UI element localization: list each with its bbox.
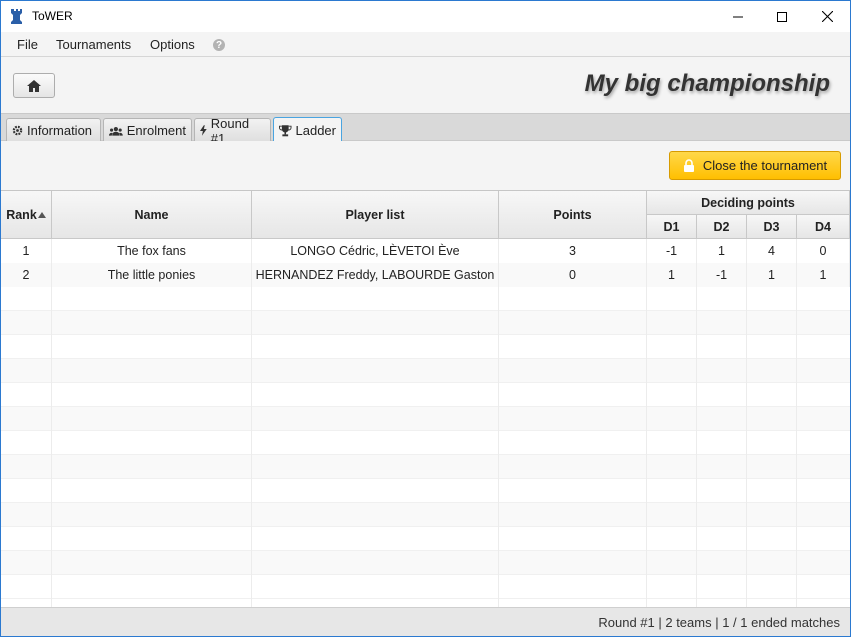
empty-row bbox=[1, 383, 850, 407]
points-cell: 0 bbox=[499, 263, 647, 287]
close-tournament-button[interactable]: Close the tournament bbox=[669, 151, 841, 180]
d4-cell: 1 bbox=[797, 263, 850, 287]
column-header-label: D2 bbox=[713, 219, 730, 234]
empty-row bbox=[1, 287, 850, 311]
empty-row bbox=[1, 335, 850, 359]
tab-information[interactable]: Information bbox=[6, 118, 101, 142]
column-header-label: Points bbox=[553, 207, 592, 222]
minimize-icon bbox=[733, 16, 743, 17]
d3-cell: 4 bbox=[747, 239, 797, 263]
column-header-label: Player list bbox=[345, 207, 405, 222]
name-cell: The fox fans bbox=[52, 239, 252, 263]
grid-line bbox=[251, 239, 252, 607]
menu-options[interactable]: Options bbox=[150, 37, 195, 52]
bolt-icon bbox=[200, 125, 207, 136]
empty-row bbox=[1, 359, 850, 383]
table-row[interactable]: 2 The little ponies HERNANDEZ Freddy, LA… bbox=[1, 263, 850, 287]
tournament-title: My big championship bbox=[584, 70, 830, 97]
menu-file[interactable]: File bbox=[17, 37, 38, 52]
status-bar: Round #1 | 2 teams | 1 / 1 ended matches bbox=[1, 607, 850, 636]
grid-line bbox=[796, 239, 797, 607]
column-header-d2[interactable]: D2 bbox=[697, 215, 747, 239]
home-button[interactable] bbox=[13, 73, 55, 98]
d4-cell: 0 bbox=[797, 239, 850, 263]
table-row[interactable]: 1 The fox fans LONGO Cédric, LÈVETOI Ève… bbox=[1, 239, 850, 263]
title-bar: ToWER bbox=[1, 1, 850, 32]
gear-icon bbox=[12, 125, 23, 136]
column-header-name[interactable]: Name bbox=[52, 191, 252, 239]
player-list-cell: HERNANDEZ Freddy, LABOURDE Gaston bbox=[252, 263, 499, 287]
tab-label: Information bbox=[27, 123, 93, 138]
column-header-label: D1 bbox=[663, 219, 680, 234]
d1-cell: -1 bbox=[647, 239, 697, 263]
minimize-button[interactable] bbox=[715, 1, 761, 32]
column-header-label: Rank bbox=[6, 207, 37, 222]
users-icon bbox=[109, 126, 123, 136]
maximize-button[interactable] bbox=[759, 1, 805, 32]
column-header-d1[interactable]: D1 bbox=[647, 215, 697, 239]
tab-label: Ladder bbox=[295, 123, 336, 138]
ladder-panel: Close the tournament Rank Name Player li… bbox=[1, 141, 850, 607]
maximize-icon bbox=[777, 11, 787, 22]
lock-icon bbox=[683, 159, 694, 172]
close-tournament-label: Close the tournament bbox=[702, 158, 828, 173]
tab-round-1[interactable]: Round #1 bbox=[194, 116, 271, 146]
menu-tournaments[interactable]: Tournaments bbox=[56, 37, 131, 52]
close-window-button[interactable] bbox=[804, 1, 850, 32]
points-cell: 3 bbox=[499, 239, 647, 263]
tab-ladder[interactable]: Ladder bbox=[273, 117, 342, 143]
empty-row bbox=[1, 311, 850, 335]
d1-cell: 1 bbox=[647, 263, 697, 287]
tab-bar: Information Enrolment Round #1 Ladder bbox=[1, 113, 850, 146]
empty-row bbox=[1, 479, 850, 503]
name-cell: The little ponies bbox=[52, 263, 252, 287]
column-header-label: D3 bbox=[763, 219, 780, 234]
column-header-player-list[interactable]: Player list bbox=[252, 191, 499, 239]
grid-line bbox=[696, 239, 697, 607]
grid-line bbox=[746, 239, 747, 607]
d3-cell: 1 bbox=[747, 263, 797, 287]
tab-enrolment[interactable]: Enrolment bbox=[103, 118, 192, 142]
trophy-icon bbox=[279, 124, 292, 136]
column-header-deciding-points: Deciding points bbox=[647, 191, 850, 215]
rank-cell: 1 bbox=[1, 239, 52, 263]
player-list-cell: LONGO Cédric, LÈVETOI Ève bbox=[252, 239, 499, 263]
column-header-label: Name bbox=[134, 207, 169, 222]
window-title: ToWER bbox=[32, 9, 73, 23]
home-icon bbox=[27, 79, 41, 92]
tab-label: Enrolment bbox=[126, 123, 186, 138]
menu-bar: File Tournaments Options bbox=[1, 32, 850, 57]
column-header-rank[interactable]: Rank bbox=[1, 191, 52, 239]
rook-icon bbox=[11, 9, 22, 24]
column-header-d4[interactable]: D4 bbox=[797, 215, 850, 239]
grid-line bbox=[51, 239, 52, 607]
empty-row bbox=[1, 575, 850, 599]
grid-line bbox=[498, 239, 499, 607]
column-header-d3[interactable]: D3 bbox=[747, 215, 797, 239]
help-icon[interactable]: ? bbox=[213, 39, 225, 51]
header: My big championship bbox=[1, 58, 850, 113]
empty-row bbox=[1, 503, 850, 527]
sort-ascending-icon bbox=[37, 211, 46, 218]
close-icon bbox=[821, 11, 833, 22]
d2-cell: -1 bbox=[697, 263, 747, 287]
empty-row bbox=[1, 431, 850, 455]
d2-cell: 1 bbox=[697, 239, 747, 263]
empty-row bbox=[1, 551, 850, 575]
rank-cell: 2 bbox=[1, 263, 52, 287]
empty-row bbox=[1, 407, 850, 431]
app-window: ToWER File Tournaments Options ? My big … bbox=[0, 0, 851, 637]
column-header-label: D4 bbox=[815, 219, 831, 234]
column-header-points[interactable]: Points bbox=[499, 191, 647, 239]
status-text: Round #1 | 2 teams | 1 / 1 ended matches bbox=[598, 615, 840, 630]
empty-row bbox=[1, 527, 850, 551]
empty-row bbox=[1, 455, 850, 479]
column-header-label: Deciding points bbox=[701, 195, 795, 210]
grid-line bbox=[646, 239, 647, 607]
ladder-table: Rank Name Player list Points Deciding po… bbox=[1, 190, 850, 607]
